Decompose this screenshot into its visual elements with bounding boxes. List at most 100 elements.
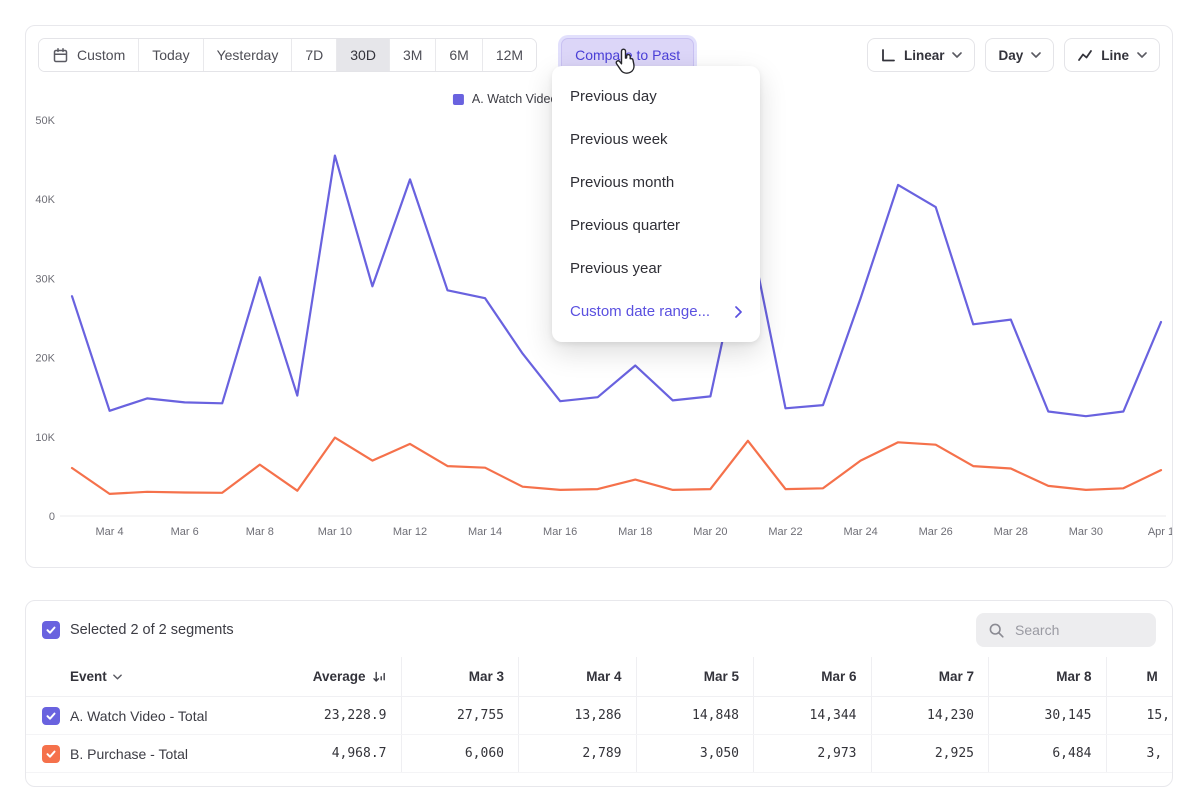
x-tick-label: Mar 18 <box>618 526 652 538</box>
value-cell: 2,925 <box>872 735 990 772</box>
x-tick-label: Mar 14 <box>468 526 502 538</box>
x-tick-label: Mar 10 <box>318 526 352 538</box>
clipped-value-cell: 3, <box>1107 735 1174 772</box>
selected-segments-text: Selected 2 of 2 segments <box>70 622 234 638</box>
table-row-b-purchase-total: B. Purchase - Total4,968.76,0602,7893,05… <box>26 735 1172 773</box>
value-cell: 30,145 <box>989 697 1107 734</box>
row-label: B. Purchase - Total <box>70 746 188 762</box>
chevron-down-icon <box>952 52 962 58</box>
value-cell: 13,286 <box>519 697 637 734</box>
x-tick-label: Mar 8 <box>246 526 274 538</box>
segments-card: Selected 2 of 2 segments Event Average <box>25 600 1173 787</box>
y-tick-label: 0 <box>49 511 55 523</box>
date-column-header-mar-7: Mar 7 <box>872 657 990 696</box>
menu-item-previous-month[interactable]: Previous month <box>552 161 760 204</box>
sort-descending-icon <box>372 670 387 684</box>
value-cell: 14,344 <box>754 697 872 734</box>
search-icon <box>988 622 1005 639</box>
y-tick-label: 40K <box>35 194 55 206</box>
table-header-row: Event Average Mar 3Mar 4Mar 5Mar 6Mar 7M… <box>26 657 1172 697</box>
x-tick-label: Mar 16 <box>543 526 577 538</box>
chevron-down-icon <box>113 674 122 680</box>
scale-label: Linear <box>904 48 945 63</box>
menu-item-previous-year[interactable]: Previous year <box>552 247 760 290</box>
date-column-header-mar-8: Mar 8 <box>989 657 1107 696</box>
range-7d[interactable]: 7D <box>292 39 337 71</box>
value-cell: 14,230 <box>872 697 990 734</box>
range-12m[interactable]: 12M <box>483 39 536 71</box>
analytics-page: Custom TodayYesterday7D30D3M6M12M Compar… <box>0 0 1200 802</box>
chart-type-label: Line <box>1101 48 1129 63</box>
segments-table: Event Average Mar 3Mar 4Mar 5Mar 6Mar 7M… <box>26 657 1172 773</box>
value-cell: 27,755 <box>402 697 520 734</box>
axes-icon <box>880 48 896 63</box>
row-checkbox[interactable] <box>42 745 60 763</box>
value-cell: 2,789 <box>519 735 637 772</box>
segments-bar: Selected 2 of 2 segments <box>26 601 1172 657</box>
range-today[interactable]: Today <box>139 39 203 71</box>
interval-select[interactable]: Day <box>985 38 1054 72</box>
search-box <box>976 613 1156 647</box>
y-tick-label: 10K <box>35 432 55 444</box>
menu-item-label: Custom date range... <box>570 303 710 320</box>
value-cell: 2,973 <box>754 735 872 772</box>
clipped-column-header: M <box>1107 657 1174 696</box>
event-cell: B. Purchase - Total <box>26 735 284 772</box>
menu-item-custom-date-range[interactable]: Custom date range... <box>552 290 760 333</box>
table-row-a-watch-video-total: A. Watch Video - Total 23,228.927,75513,2… <box>26 697 1172 735</box>
value-cell: 6,060 <box>402 735 520 772</box>
interval-label: Day <box>998 48 1023 63</box>
chevron-down-icon <box>1137 52 1147 58</box>
date-column-header-mar-4: Mar 4 <box>519 657 637 696</box>
date-column-header-mar-5: Mar 5 <box>637 657 755 696</box>
range-yesterday[interactable]: Yesterday <box>204 39 293 71</box>
row-label: A. Watch Video - Total <box>70 708 207 724</box>
chevron-down-icon <box>1031 52 1041 58</box>
event-header-label: Event <box>70 669 107 684</box>
x-tick-label: Mar 6 <box>171 526 199 538</box>
row-checkbox[interactable] <box>42 707 60 725</box>
range-custom[interactable]: Custom <box>39 39 139 71</box>
date-column-header-mar-3: Mar 3 <box>402 657 520 696</box>
x-tick-label: Apr 1 <box>1148 526 1172 538</box>
x-tick-label: Mar 26 <box>919 526 953 538</box>
average-cell: 23,228.9 <box>284 697 402 734</box>
clipped-value-cell: 15, <box>1107 697 1174 734</box>
x-tick-label: Mar 28 <box>994 526 1028 538</box>
search-input[interactable] <box>1013 621 1144 639</box>
value-cell: 6,484 <box>989 735 1107 772</box>
menu-item-previous-week[interactable]: Previous week <box>552 118 760 161</box>
chart-line-b-purchase-total <box>72 438 1161 494</box>
calendar-icon <box>52 47 69 64</box>
y-tick-label: 20K <box>35 353 55 365</box>
range-6m[interactable]: 6M <box>436 39 482 71</box>
event-cell: A. Watch Video - Total <box>26 697 284 734</box>
y-tick-label: 30K <box>35 273 55 285</box>
y-tick-label: 50K <box>35 115 55 127</box>
x-tick-label: Mar 24 <box>843 526 877 538</box>
x-tick-label: Mar 20 <box>693 526 727 538</box>
chevron-right-icon <box>735 306 742 318</box>
x-tick-label: Mar 4 <box>95 526 123 538</box>
menu-item-previous-day[interactable]: Previous day <box>552 75 760 118</box>
x-tick-label: Mar 22 <box>768 526 802 538</box>
range-custom-label: Custom <box>77 47 125 63</box>
average-cell: 4,968.7 <box>284 735 402 772</box>
average-column-header[interactable]: Average <box>284 657 402 696</box>
legend-swatch <box>453 94 464 105</box>
chart-type-select[interactable]: Line <box>1064 38 1160 72</box>
range-30d[interactable]: 30D <box>337 39 390 71</box>
x-tick-label: Mar 30 <box>1069 526 1103 538</box>
scale-select[interactable]: Linear <box>867 38 976 72</box>
compare-to-past-menu: Previous dayPrevious weekPrevious monthP… <box>552 66 760 342</box>
event-column-header[interactable]: Event <box>26 657 284 696</box>
chart-controls: Linear Day Line <box>867 38 1160 72</box>
select-all-checkbox[interactable] <box>42 621 60 639</box>
date-column-header-mar-6: Mar 6 <box>754 657 872 696</box>
date-range-group: Custom TodayYesterday7D30D3M6M12M <box>38 38 537 72</box>
x-tick-label: Mar 12 <box>393 526 427 538</box>
average-header-label: Average <box>313 669 366 684</box>
range-3m[interactable]: 3M <box>390 39 436 71</box>
menu-item-previous-quarter[interactable]: Previous quarter <box>552 204 760 247</box>
value-cell: 14,848 <box>637 697 755 734</box>
